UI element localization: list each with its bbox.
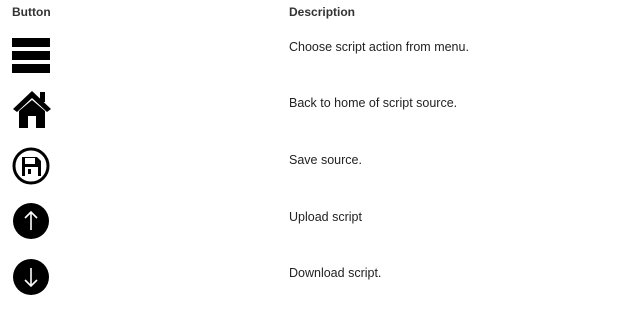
row-description: Save source. bbox=[289, 153, 362, 167]
row-description: Upload script bbox=[289, 210, 362, 224]
menu-icon bbox=[12, 36, 52, 76]
upload-icon bbox=[12, 202, 52, 242]
table-row: Back to home of script source. bbox=[0, 88, 624, 144]
row-description: Download script. bbox=[289, 266, 382, 280]
table-row: Choose script action from menu. bbox=[0, 32, 624, 88]
home-icon bbox=[12, 88, 52, 128]
table-row: Upload script bbox=[0, 202, 624, 258]
row-description: Back to home of script source. bbox=[289, 96, 458, 110]
column-header-description: Description bbox=[289, 5, 356, 19]
column-header-button: Button bbox=[12, 5, 51, 19]
download-icon bbox=[12, 258, 52, 298]
table-row: Save source. bbox=[0, 145, 624, 201]
save-icon bbox=[12, 147, 52, 187]
table-row: Download script. bbox=[0, 258, 624, 314]
row-description: Choose script action from menu. bbox=[289, 40, 469, 54]
